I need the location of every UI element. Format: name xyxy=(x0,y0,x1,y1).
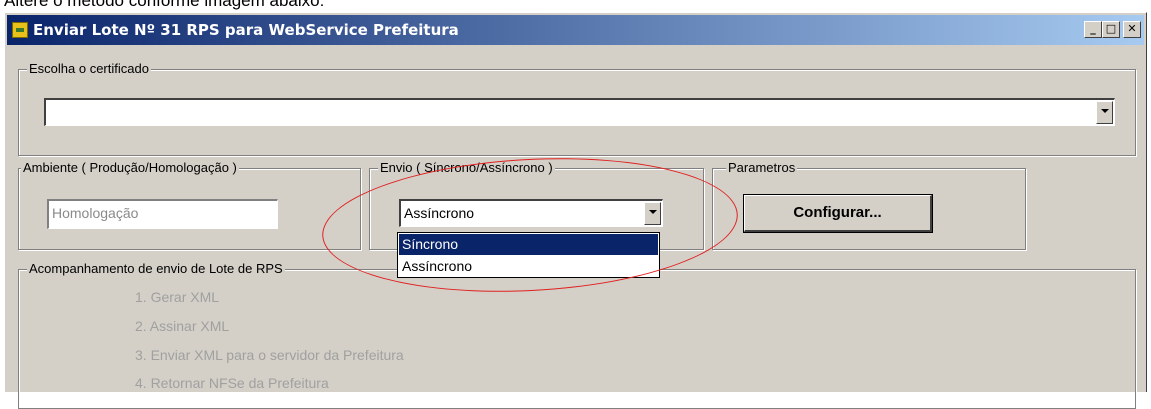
certificate-dropdown-button[interactable] xyxy=(1096,101,1113,124)
maximize-button[interactable]: □ xyxy=(1102,21,1120,38)
certificate-select[interactable] xyxy=(44,98,1115,126)
instruction-caption: Altere o método conforme imagem abaixo: xyxy=(4,0,325,10)
step-assinar-xml: 2. Assinar XML xyxy=(135,318,230,334)
ambiente-group: Ambiente ( Produção/Homologação ) Homolo… xyxy=(18,160,361,250)
step-gerar-xml: 1. Gerar XML xyxy=(135,289,220,305)
option-sincrono[interactable]: Síncrono xyxy=(399,234,658,255)
app-icon xyxy=(12,22,28,38)
parametros-group: Parametros Configurar... xyxy=(712,160,1026,250)
close-button[interactable]: ✕ xyxy=(1123,21,1141,38)
envio-dropdown-list: Síncrono Assíncrono xyxy=(397,232,660,278)
acompanhamento-legend: Acompanhamento de envio de Lote de RPS xyxy=(27,261,285,276)
certificate-legend: Escolha o certificado xyxy=(27,61,151,76)
option-assincrono[interactable]: Assíncrono xyxy=(399,256,658,277)
minimize-button[interactable]: _ xyxy=(1084,21,1102,38)
step-enviar-xml: 3. Enviar XML para o servidor da Prefeit… xyxy=(135,347,404,363)
envio-selected-value: Assíncrono xyxy=(404,205,475,221)
parametros-legend: Parametros xyxy=(726,160,798,175)
step-retornar-nfse: 4. Retornar NFSe da Prefeitura xyxy=(135,375,329,391)
title-bar[interactable]: Enviar Lote Nº 31 RPS para WebService Pr… xyxy=(7,15,1144,45)
ambiente-legend: Ambiente ( Produção/Homologação ) xyxy=(21,160,239,175)
certificate-group: Escolha o certificado xyxy=(18,61,1136,156)
dialog-window: Enviar Lote Nº 31 RPS para WebService Pr… xyxy=(4,12,1147,409)
envio-legend: Envio ( Síncrono/Assíncrono ) xyxy=(378,160,555,175)
window-title: Enviar Lote Nº 31 RPS para WebService Pr… xyxy=(33,21,459,39)
envio-dropdown-button[interactable] xyxy=(644,202,661,225)
configurar-button[interactable]: Configurar... xyxy=(743,194,933,233)
envio-select[interactable]: Assíncrono xyxy=(399,199,663,227)
ambiente-field: Homologação xyxy=(47,199,278,229)
